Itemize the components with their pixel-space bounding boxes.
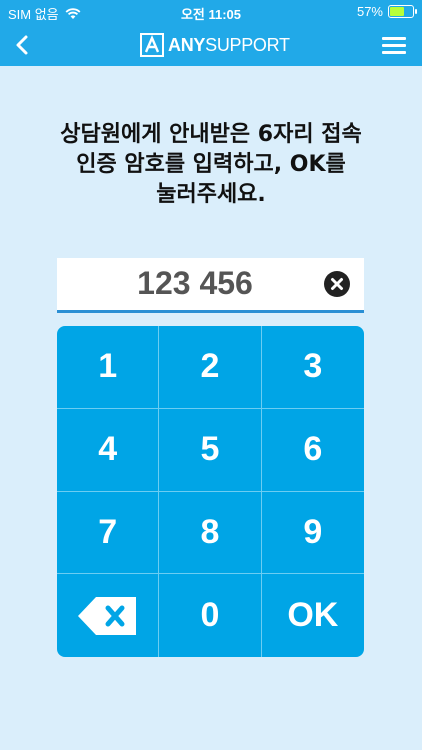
battery-percent: 57% xyxy=(356,4,383,19)
status-bar: SIM 없음 오전 11:05 57% xyxy=(0,0,422,24)
key-6[interactable]: 6 xyxy=(261,409,364,492)
chevron-left-icon xyxy=(16,35,28,55)
ok-key[interactable]: OK xyxy=(262,574,364,657)
key-7[interactable]: 7 xyxy=(57,491,160,575)
logo-text-light: SUPPORT xyxy=(205,34,290,55)
anysupport-logo: ANYSUPPORT xyxy=(140,33,290,57)
logo-text-bold: ANY xyxy=(168,34,206,55)
backspace-key[interactable] xyxy=(57,574,160,657)
status-right: 57% xyxy=(356,4,417,19)
menu-button[interactable] xyxy=(382,34,406,56)
instruction-line-3: 눌러주세요. xyxy=(156,182,266,207)
back-button[interactable] xyxy=(8,30,38,60)
auth-code-value: 123 456 xyxy=(137,265,253,301)
key-8[interactable]: 8 xyxy=(159,491,262,575)
instruction-line-1: 상담원에게 안내받은 6자리 접속 xyxy=(60,122,362,147)
key-9[interactable]: 9 xyxy=(261,492,364,575)
key-1[interactable]: 1 xyxy=(57,326,160,409)
clear-button[interactable] xyxy=(324,271,350,297)
backspace-icon xyxy=(77,596,136,635)
instruction-text: 상담원에게 안내받은 6자리 접속 인증 암호를 입력하고, OK를 눌러주세요… xyxy=(30,120,392,210)
key-5[interactable]: 5 xyxy=(159,408,262,492)
key-4[interactable]: 4 xyxy=(57,408,160,492)
app-header: ANYSUPPORT xyxy=(0,24,422,66)
battery-icon xyxy=(388,5,417,18)
auth-code-field[interactable]: 123 456 xyxy=(57,258,364,313)
clear-x-icon xyxy=(331,278,343,290)
instruction-line-2: 인증 암호를 입력하고, OK를 xyxy=(76,152,346,177)
logo-text: ANYSUPPORT xyxy=(168,35,290,56)
key-0[interactable]: 0 xyxy=(159,574,262,657)
key-3[interactable]: 3 xyxy=(261,326,364,409)
logo-mark-icon xyxy=(140,33,164,57)
hamburger-menu-icon xyxy=(382,37,406,54)
key-2[interactable]: 2 xyxy=(159,326,262,409)
numeric-keypad: 1 2 3 4 5 6 7 8 9 0 OK xyxy=(57,326,364,657)
